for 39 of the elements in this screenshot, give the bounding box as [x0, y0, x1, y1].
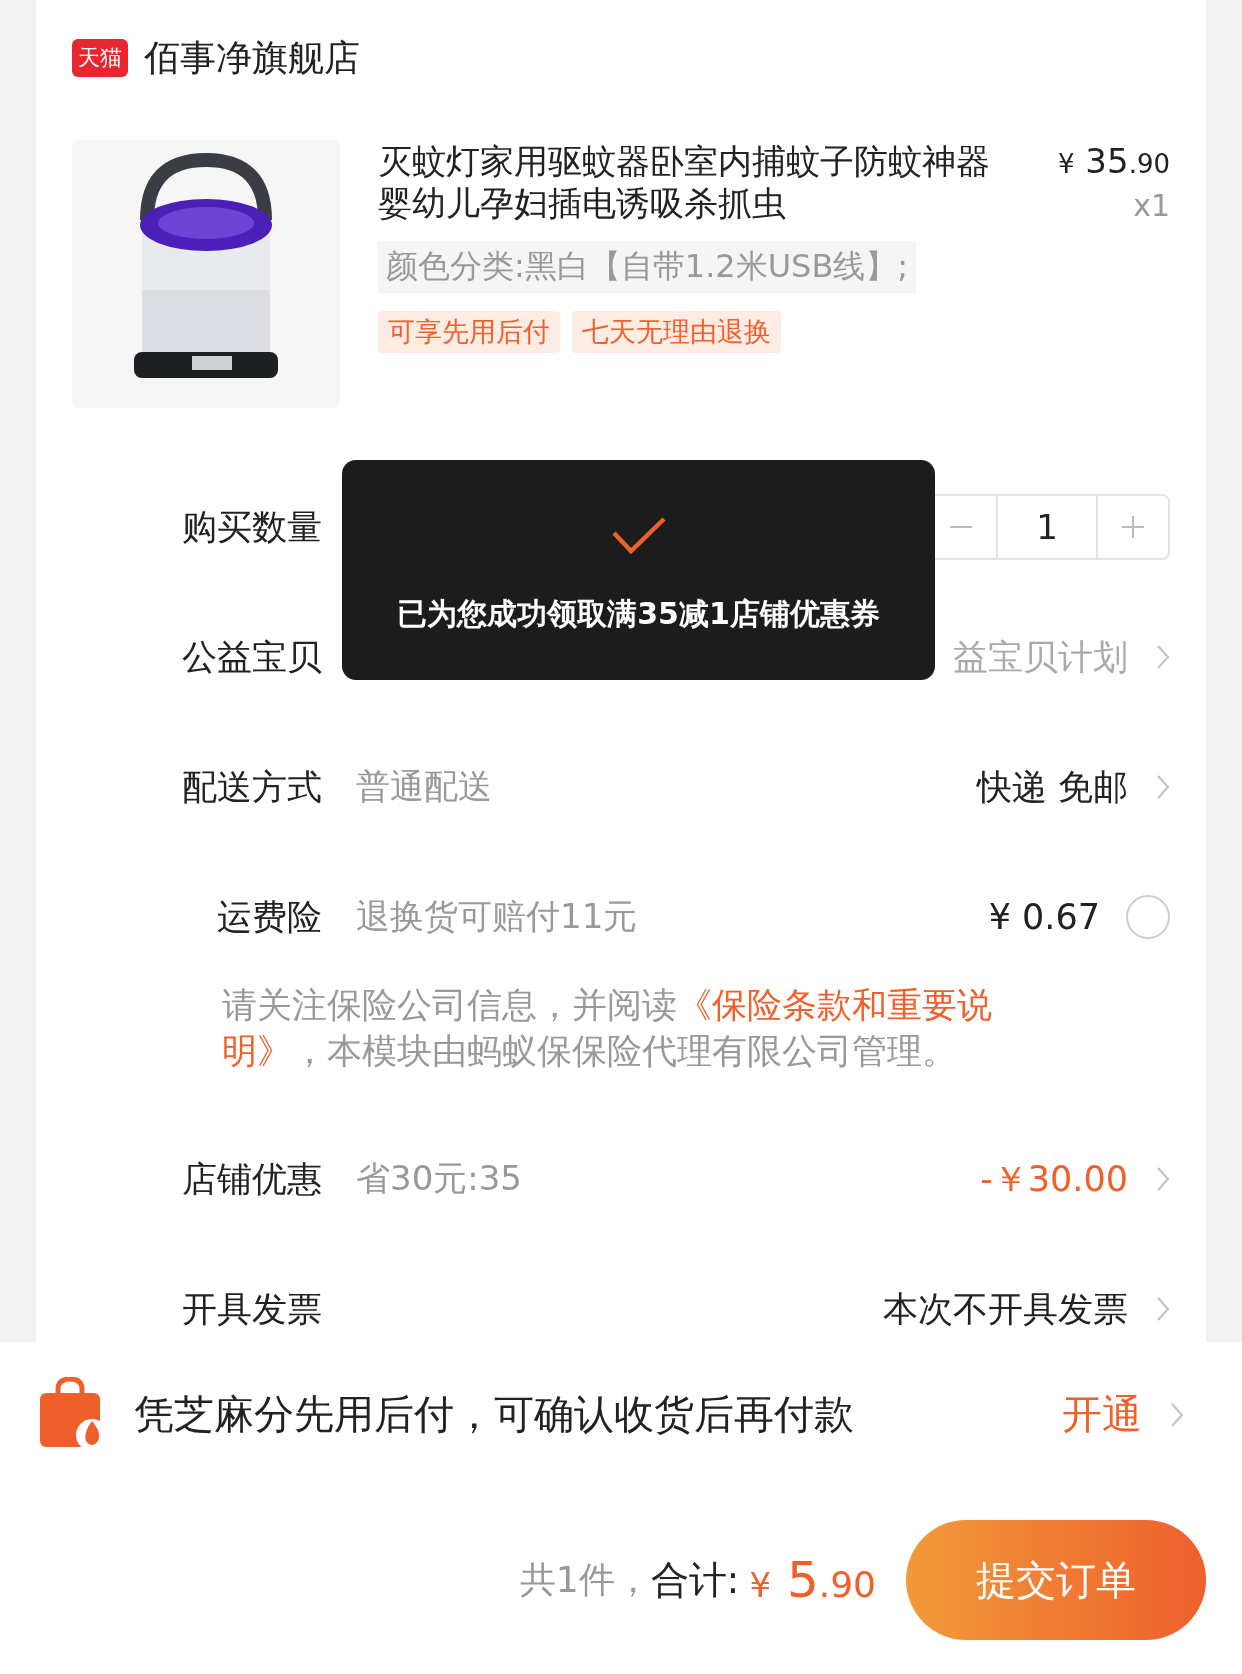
row-value[interactable]: 本次不开具发票 [883, 1285, 1128, 1333]
chevron-icon [1156, 644, 1170, 670]
chevron-icon [1156, 1296, 1170, 1322]
row-value[interactable]: 益宝贝计划 [953, 633, 1128, 681]
total-label: 合计: [650, 1556, 740, 1604]
row-label: 开具发票 [181, 1287, 322, 1331]
insurance-note: 请关注保险公司信息，并阅读《保险条款和重要说 明》，本模块由蚂蚁保保险代理有限公司管理。 [222, 984, 993, 1073]
submit-order-button[interactable]: 提交订单 [906, 1520, 1206, 1640]
insurance-price: ¥ 0.67 [988, 897, 1100, 937]
activate-link[interactable]: 开通 [1062, 1387, 1142, 1442]
row-detail: 普通配送 [356, 765, 492, 808]
total-price: ¥ 5.90 [749, 1551, 876, 1609]
row-value[interactable]: 快递 免邮 [976, 763, 1128, 811]
row-value[interactable]: -￥30.00 [980, 1155, 1128, 1203]
row-detail: 退换货可赔付11元 [356, 895, 638, 938]
store-name[interactable]: 佰事净旗舰店 [144, 33, 360, 83]
toast-message: 已为您成功领取满35减1店铺优惠券 [397, 595, 880, 633]
chevron-icon [1170, 1401, 1184, 1428]
row-label: 购买数量 [181, 505, 322, 549]
insurance-checkbox[interactable] [1126, 895, 1170, 939]
chevron-icon [1156, 1166, 1170, 1192]
service-tag: 七天无理由退换 [572, 311, 781, 353]
row-label: 店铺优惠 [181, 1157, 322, 1201]
item-count: 共1件， [519, 1557, 651, 1602]
row-label: 运费险 [216, 895, 322, 939]
terms-link[interactable]: 明》 [222, 1031, 292, 1071]
chevron-icon [1156, 774, 1170, 800]
product-price: ¥ 35.90 [1058, 140, 1170, 183]
service-tag: 可享先用后付 [378, 311, 560, 353]
pay-later-text: 凭芝麻分先用后付，可确认收货后再付款 [134, 1390, 854, 1439]
product-title: 灭蚊灯家用驱蚊器卧室内捕蚊子防蚊神器婴幼儿孕妇插电诱吸杀抓虫 [378, 140, 991, 225]
store-badge: 天猫 [72, 38, 128, 78]
row-label: 配送方式 [181, 765, 322, 809]
row-detail: 省30元:35 [356, 1157, 522, 1200]
terms-link[interactable]: 《保险条款和重要说 [677, 985, 992, 1025]
product-quantity: x1 [1132, 187, 1170, 225]
check-icon [610, 516, 667, 556]
sku-label: 颜色分类:黑白【自带1.2米USB线】; [378, 241, 917, 293]
row-label: 公益宝贝 [181, 635, 322, 679]
